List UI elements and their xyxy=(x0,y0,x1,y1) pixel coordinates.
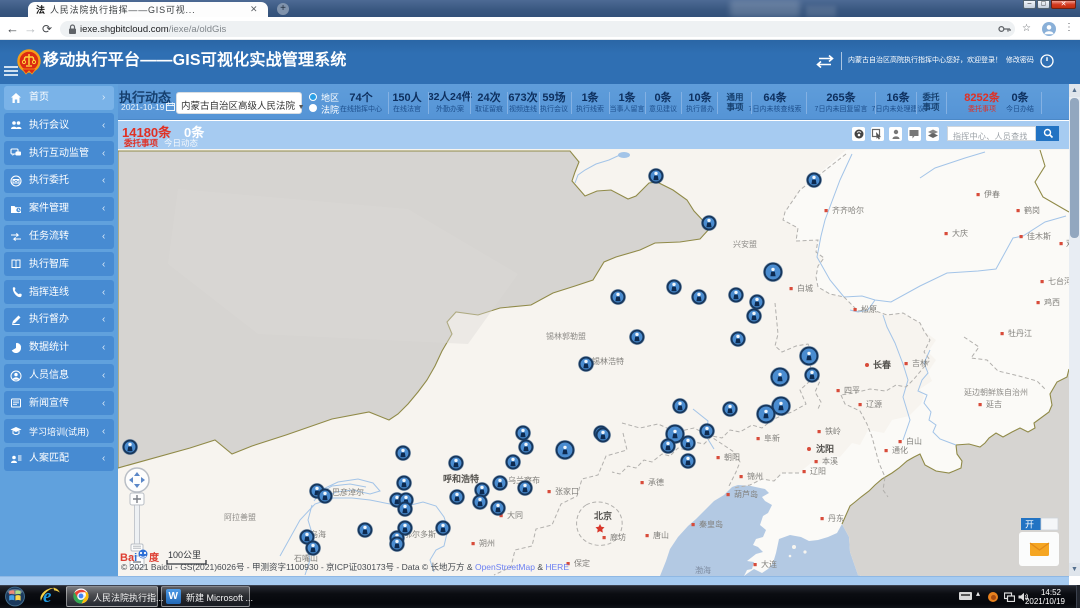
svg-text:开: 开 xyxy=(1025,520,1034,530)
svg-text:大庆: 大庆 xyxy=(952,228,968,238)
svg-text:伊春: 伊春 xyxy=(984,189,1000,199)
svg-text:秦皇岛: 秦皇岛 xyxy=(699,519,723,529)
svg-text:朝阳: 朝阳 xyxy=(724,453,740,462)
svg-text:吉林: 吉林 xyxy=(912,358,928,368)
svg-text:呼和浩特: 呼和浩特 xyxy=(443,473,479,484)
svg-text:通化: 通化 xyxy=(892,445,908,455)
svg-text:齐齐哈尔: 齐齐哈尔 xyxy=(832,205,864,215)
svg-text:唐山: 唐山 xyxy=(653,530,669,540)
svg-text:大连: 大连 xyxy=(761,559,777,569)
svg-text:长春: 长春 xyxy=(873,359,892,370)
svg-text:鸡西: 鸡西 xyxy=(1044,297,1060,307)
svg-text:本溪: 本溪 xyxy=(822,456,838,466)
svg-text:承德: 承德 xyxy=(648,477,664,487)
svg-text:兴安盟: 兴安盟 xyxy=(733,239,757,249)
svg-text:白城: 白城 xyxy=(797,283,813,293)
svg-text:松原: 松原 xyxy=(861,304,877,314)
svg-text:阿拉善盟: 阿拉善盟 xyxy=(224,512,256,522)
svg-text:保定: 保定 xyxy=(574,558,590,568)
svg-text:延吉: 延吉 xyxy=(986,399,1002,409)
svg-text:锡林郭勒盟: 锡林郭勒盟 xyxy=(546,331,586,341)
svg-text:100公里: 100公里 xyxy=(168,550,201,560)
svg-text:沈阳: 沈阳 xyxy=(816,443,834,454)
svg-text:牡丹江: 牡丹江 xyxy=(1008,328,1032,338)
svg-text:延边朝鲜族自治州: 延边朝鲜族自治州 xyxy=(964,387,1028,397)
svg-text:丹东: 丹东 xyxy=(828,513,844,523)
svg-text:白山: 白山 xyxy=(906,436,922,446)
svg-text:铁岭: 铁岭 xyxy=(825,426,841,436)
svg-text:锦州: 锦州 xyxy=(747,471,763,481)
svg-text:张家口: 张家口 xyxy=(555,486,579,496)
svg-text:七台河: 七台河 xyxy=(1048,276,1069,286)
svg-text:大同: 大同 xyxy=(507,510,523,520)
svg-text:锡林浩特: 锡林浩特 xyxy=(592,356,624,366)
svg-text:渤海: 渤海 xyxy=(695,565,711,575)
svg-text:辽源: 辽源 xyxy=(866,400,882,409)
svg-text:北京: 北京 xyxy=(594,510,612,521)
svg-text:© 2021 Baidu - GS(2021)6026号 -: © 2021 Baidu - GS(2021)6026号 - 甲测资字11009… xyxy=(121,562,569,572)
svg-text:朔州: 朔州 xyxy=(479,538,495,548)
svg-text:廊坊: 廊坊 xyxy=(610,532,626,542)
svg-text:佳木斯: 佳木斯 xyxy=(1027,231,1051,241)
svg-text:鹤岗: 鹤岗 xyxy=(1024,205,1040,215)
svg-text:辽阳: 辽阳 xyxy=(810,467,826,476)
svg-text:阜新: 阜新 xyxy=(764,433,780,443)
svg-text:巴彦淖尔: 巴彦淖尔 xyxy=(332,487,364,497)
svg-text:葫芦岛: 葫芦岛 xyxy=(734,489,758,499)
svg-text:四平: 四平 xyxy=(844,386,860,395)
